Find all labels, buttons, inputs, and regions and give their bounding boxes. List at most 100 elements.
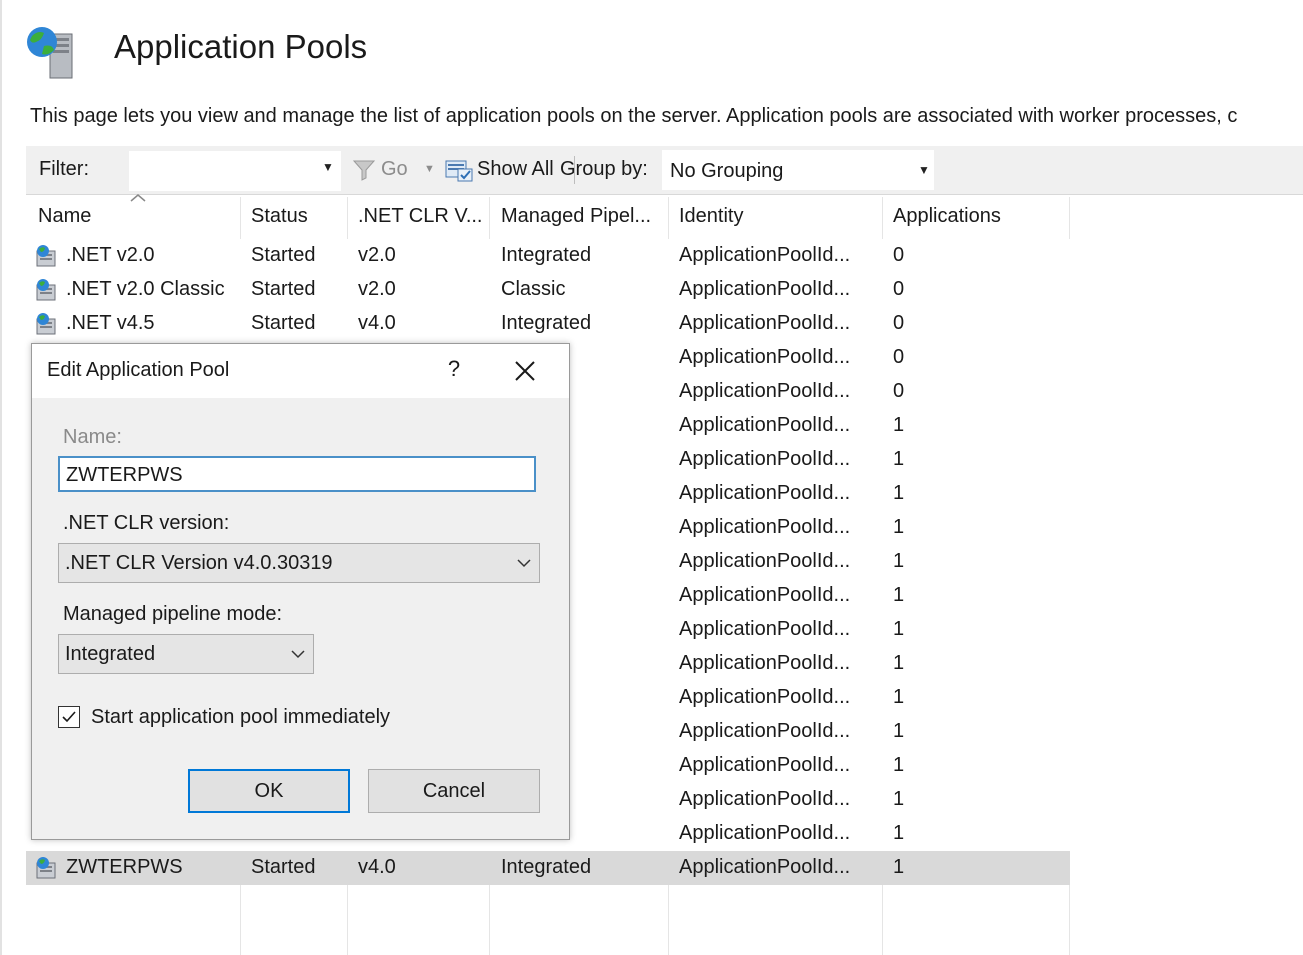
funnel-icon (352, 160, 376, 181)
cell-apps: 1 (893, 686, 905, 708)
cell-apps: 1 (893, 516, 905, 538)
window-left-border (0, 0, 2, 955)
cell-identity: ApplicationPoolId... (679, 720, 851, 742)
start-immediately-checkbox[interactable] (58, 706, 80, 728)
chevron-down-icon (517, 559, 531, 568)
chevron-down-icon (291, 650, 305, 659)
cell-identity: ApplicationPoolId... (679, 652, 851, 674)
group-by-label: Group by: (560, 158, 648, 180)
cell-apps: 1 (893, 754, 905, 776)
cell-apps: 0 (893, 244, 905, 266)
clr-version-select[interactable]: .NET CLR Version v4.0.30319 (58, 543, 540, 583)
cell-identity: ApplicationPoolId... (679, 584, 851, 606)
group-by-dropdown-arrow-icon: ▼ (918, 163, 930, 177)
filter-toolbar: Filter: ▼ Go ▼ Show All Group by: No Gro… (26, 146, 1303, 195)
cell-apps: 1 (893, 822, 905, 844)
cell-apps: 1 (893, 720, 905, 742)
cell-identity: ApplicationPoolId... (679, 448, 851, 470)
cell-apps: 1 (893, 584, 905, 606)
application-pool-icon (36, 245, 56, 267)
column-header-applications[interactable]: Applications (893, 205, 1001, 228)
column-header-status[interactable]: Status (251, 205, 308, 228)
dialog-title-bar[interactable]: Edit Application Pool ? (32, 344, 569, 398)
pipeline-mode-value: Integrated (65, 643, 156, 665)
cell-identity: ApplicationPoolId... (679, 618, 851, 640)
page-title: Application Pools (114, 28, 368, 65)
cell-apps: 1 (893, 856, 905, 878)
cell-identity: ApplicationPoolId... (679, 312, 851, 334)
cell-apps: 1 (893, 414, 905, 436)
table-row[interactable]: .NET v2.0 Classic Started v2.0 Classic Appli… (26, 273, 1070, 307)
cell-status: Started (251, 244, 316, 266)
sort-ascending-icon (130, 194, 146, 202)
cell-identity: ApplicationPoolId... (679, 278, 851, 300)
checkmark-icon (62, 711, 76, 723)
help-button[interactable]: ? (439, 356, 469, 382)
pipeline-mode-label: Managed pipeline mode: (63, 603, 283, 625)
cell-clr: v4.0 (358, 856, 396, 878)
cell-name: .NET v2.0 (66, 244, 155, 266)
cell-name: ZWTERPWS (66, 856, 183, 878)
close-icon[interactable] (512, 358, 538, 384)
cell-identity: ApplicationPoolId... (679, 380, 851, 402)
application-pool-icon (36, 313, 56, 335)
group-by-value: No Grouping (670, 160, 784, 182)
cell-clr: v2.0 (358, 278, 396, 300)
server-globe-icon (27, 27, 73, 79)
cancel-button[interactable]: Cancel (368, 769, 540, 813)
cell-apps: 1 (893, 788, 905, 810)
cell-clr: v2.0 (358, 244, 396, 266)
filter-label: Filter: (39, 158, 89, 180)
go-button[interactable]: Go (381, 158, 408, 181)
cell-pipeline: Classic (501, 278, 566, 300)
filter-dropdown-arrow-icon[interactable]: ▼ (322, 160, 334, 174)
name-input-value: ZWTERPWS (66, 464, 183, 486)
ok-button[interactable]: OK (188, 769, 350, 813)
column-header-pipeline[interactable]: Managed Pipel... (501, 205, 651, 228)
cell-apps: 1 (893, 618, 905, 640)
column-header-name[interactable]: Name (38, 205, 91, 228)
go-dropdown-arrow-icon[interactable]: ▼ (424, 163, 435, 175)
edit-application-pool-dialog: Edit Application Pool ? Name: ZWTERPWS .… (31, 343, 570, 840)
cell-status: Started (251, 278, 316, 300)
start-immediately-label[interactable]: Start application pool immediately (91, 706, 390, 729)
cell-name: .NET v4.5 (66, 312, 155, 334)
cell-clr: v4.0 (358, 312, 396, 334)
show-all-icon (445, 160, 473, 182)
application-pool-icon (36, 279, 56, 301)
cell-identity: ApplicationPoolId... (679, 550, 851, 572)
cell-identity: ApplicationPoolId... (679, 516, 851, 538)
cell-identity: ApplicationPoolId... (679, 856, 851, 878)
table-row[interactable]: ZWTERPWS Started v4.0 Integrated Application… (26, 851, 1070, 885)
cell-identity: ApplicationPoolId... (679, 754, 851, 776)
cell-status: Started (251, 312, 316, 334)
dialog-title: Edit Application Pool (47, 359, 230, 381)
cell-name: .NET v2.0 Classic (66, 278, 225, 300)
show-all-button[interactable]: Show All (477, 158, 554, 181)
application-pool-icon (36, 857, 56, 879)
cell-apps: 0 (893, 380, 905, 402)
cell-identity: ApplicationPoolId... (679, 414, 851, 436)
cell-apps: 1 (893, 652, 905, 674)
cell-apps: 0 (893, 312, 905, 334)
cell-apps: 1 (893, 482, 905, 504)
cell-identity: ApplicationPoolId... (679, 822, 851, 844)
pipeline-mode-select[interactable]: Integrated (58, 634, 314, 674)
group-by-select[interactable]: No Grouping ▼ (662, 150, 934, 190)
column-header-identity[interactable]: Identity (679, 205, 743, 228)
cell-apps: 0 (893, 278, 905, 300)
cell-apps: 1 (893, 550, 905, 572)
table-row[interactable]: .NET v2.0 Started v2.0 Integrated Applicatio… (26, 239, 1070, 273)
cell-apps: 0 (893, 346, 905, 368)
cell-status: Started (251, 856, 316, 878)
clr-version-label: .NET CLR version: (63, 512, 230, 534)
name-label: Name: (63, 426, 122, 448)
name-input[interactable]: ZWTERPWS (58, 456, 536, 492)
column-header-clr-version[interactable]: .NET CLR V... (358, 205, 483, 228)
cell-pipeline: Integrated (501, 856, 592, 878)
cell-pipeline: Integrated (501, 312, 592, 334)
page-description: This page lets you view and manage the l… (30, 105, 1238, 127)
cell-identity: ApplicationPoolId... (679, 482, 851, 504)
filter-input[interactable] (128, 150, 342, 192)
table-row[interactable]: .NET v4.5 Started v4.0 Integrated Applicatio… (26, 307, 1070, 341)
